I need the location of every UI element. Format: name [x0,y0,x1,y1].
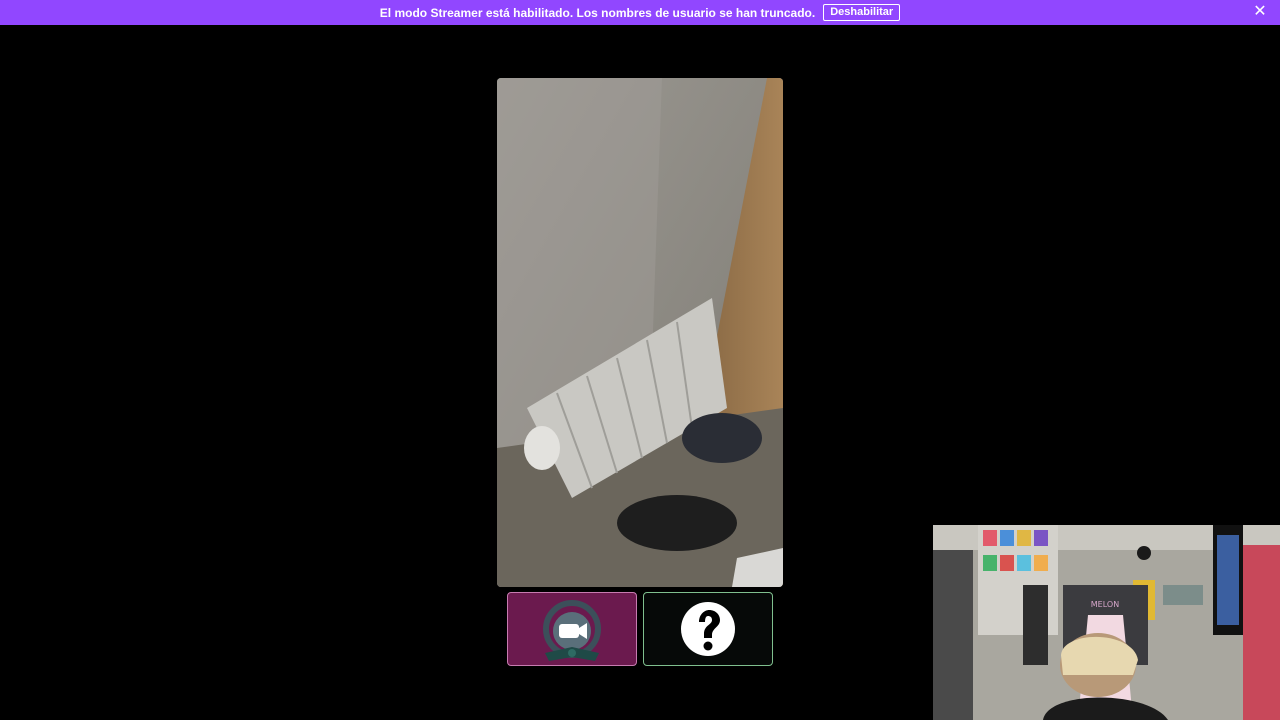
streamer-webcam-overlay: MELON [933,525,1280,720]
question-mark-icon [681,602,735,656]
close-icon[interactable]: ✕ [1252,4,1268,20]
webcam-frame: MELON [933,525,1280,720]
camera-reward-card[interactable] [507,592,637,666]
disable-streamer-mode-button[interactable]: Deshabilitar [823,4,901,21]
video-camera-icon [543,600,601,661]
streamer-mode-message: El modo Streamer está habilitado. Los no… [379,5,816,20]
video-frame [497,78,783,587]
mystery-reward-card[interactable] [643,592,773,666]
main-video-player[interactable] [497,78,783,587]
reward-cards [507,592,773,666]
svg-text:MELON: MELON [1091,600,1119,609]
streamer-mode-banner: El modo Streamer está habilitado. Los no… [0,0,1280,25]
